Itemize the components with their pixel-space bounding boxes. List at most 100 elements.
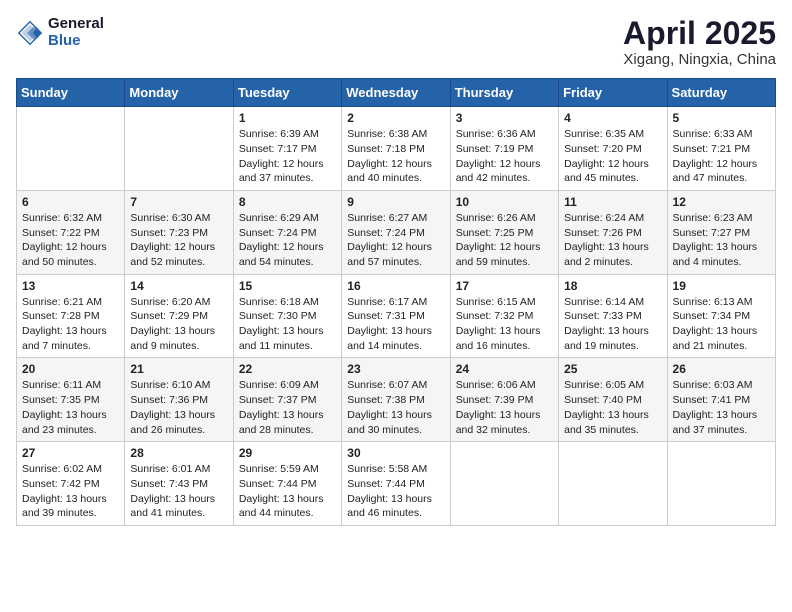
calendar-cell: 10Sunrise: 6:26 AM Sunset: 7:25 PM Dayli… [450,190,558,274]
calendar-cell: 30 Sunrise: 5:58 AM Sunset: 7:44 PM Dayli… [342,442,450,526]
day-number: 5 [673,111,770,125]
day-info: Sunrise: 6:23 AM Sunset: 7:27 PM Dayligh… [673,211,770,270]
title-area: April 2025 Xigang, Ningxia, China [623,16,776,68]
calendar-cell: 12Sunrise: 6:23 AM Sunset: 7:27 PM Dayli… [667,190,775,274]
day-info: Sunrise: 6:39 AM Sunset: 7:17 PM Dayligh… [239,127,336,186]
weekday-header: Saturday [667,79,775,107]
logo: General Blue [16,16,104,49]
calendar-cell: 24 Sunrise: 6:06 AM Sunset: 7:39 PM Dayli… [450,358,558,442]
day-info: Sunrise: 5:59 AM Sunset: 7:44 PM Dayligh… [239,462,336,521]
day-info: Sunrise: 6:15 AM Sunset: 7:32 PM Dayligh… [456,295,553,354]
calendar-week-row: 1 Sunrise: 6:39 AM Sunset: 7:17 PM Daylig… [17,107,776,191]
day-info: Sunrise: 6:07 AM Sunset: 7:38 PM Dayligh… [347,378,444,437]
day-number: 23 [347,362,444,376]
day-info: Sunrise: 6:03 AM Sunset: 7:41 PM Dayligh… [673,378,770,437]
calendar-week-row: 13 Sunrise: 6:21 AM Sunset: 7:28 PM Dayli… [17,274,776,358]
calendar-cell: 22 Sunrise: 6:09 AM Sunset: 7:37 PM Dayli… [233,358,341,442]
location-title: Xigang, Ningxia, China [623,51,776,68]
calendar-cell: 1 Sunrise: 6:39 AM Sunset: 7:17 PM Daylig… [233,107,341,191]
calendar-cell: 5 Sunrise: 6:33 AM Sunset: 7:21 PM Daylig… [667,107,775,191]
day-info: Sunrise: 6:10 AM Sunset: 7:36 PM Dayligh… [130,378,227,437]
calendar-cell: 7 Sunrise: 6:30 AM Sunset: 7:23 PM Daylig… [125,190,233,274]
day-info: Sunrise: 6:18 AM Sunset: 7:30 PM Dayligh… [239,295,336,354]
calendar-cell: 19Sunrise: 6:13 AM Sunset: 7:34 PM Dayli… [667,274,775,358]
day-number: 30 [347,446,444,460]
day-number: 24 [456,362,553,376]
calendar-cell: 3 Sunrise: 6:36 AM Sunset: 7:19 PM Daylig… [450,107,558,191]
day-number: 6 [22,195,119,209]
day-number: 17 [456,279,553,293]
calendar-cell [450,442,558,526]
day-info: Sunrise: 6:14 AM Sunset: 7:33 PM Dayligh… [564,295,661,354]
month-title: April 2025 [623,16,776,51]
calendar-cell: 21Sunrise: 6:10 AM Sunset: 7:36 PM Dayli… [125,358,233,442]
calendar-cell: 25Sunrise: 6:05 AM Sunset: 7:40 PM Dayli… [559,358,667,442]
day-number: 9 [347,195,444,209]
day-number: 18 [564,279,661,293]
calendar-cell [125,107,233,191]
header: General Blue April 2025 Xigang, Ningxia,… [16,16,776,68]
calendar-cell: 6 Sunrise: 6:32 AM Sunset: 7:22 PM Daylig… [17,190,125,274]
calendar-cell: 4Sunrise: 6:35 AM Sunset: 7:20 PM Daylig… [559,107,667,191]
day-number: 22 [239,362,336,376]
day-number: 27 [22,446,119,460]
calendar-cell [667,442,775,526]
day-number: 28 [130,446,227,460]
day-info: Sunrise: 6:09 AM Sunset: 7:37 PM Dayligh… [239,378,336,437]
day-number: 13 [22,279,119,293]
calendar-cell: 8Sunrise: 6:29 AM Sunset: 7:24 PM Daylig… [233,190,341,274]
day-number: 3 [456,111,553,125]
day-info: Sunrise: 6:30 AM Sunset: 7:23 PM Dayligh… [130,211,227,270]
day-number: 25 [564,362,661,376]
calendar-cell: 23 Sunrise: 6:07 AM Sunset: 7:38 PM Dayli… [342,358,450,442]
day-number: 2 [347,111,444,125]
logo-blue-text: Blue [48,33,104,50]
day-number: 16 [347,279,444,293]
weekday-header: Monday [125,79,233,107]
day-info: Sunrise: 6:33 AM Sunset: 7:21 PM Dayligh… [673,127,770,186]
calendar-cell: 14 Sunrise: 6:20 AM Sunset: 7:29 PM Dayli… [125,274,233,358]
calendar-table: SundayMondayTuesdayWednesdayThursdayFrid… [16,78,776,526]
day-number: 10 [456,195,553,209]
day-info: Sunrise: 6:24 AM Sunset: 7:26 PM Dayligh… [564,211,661,270]
calendar-cell: 15 Sunrise: 6:18 AM Sunset: 7:30 PM Dayli… [233,274,341,358]
calendar-cell: 28 Sunrise: 6:01 AM Sunset: 7:43 PM Dayli… [125,442,233,526]
day-number: 26 [673,362,770,376]
calendar-cell: 26 Sunrise: 6:03 AM Sunset: 7:41 PM Dayli… [667,358,775,442]
day-info: Sunrise: 6:32 AM Sunset: 7:22 PM Dayligh… [22,211,119,270]
day-info: Sunrise: 6:02 AM Sunset: 7:42 PM Dayligh… [22,462,119,521]
day-number: 15 [239,279,336,293]
day-info: Sunrise: 6:36 AM Sunset: 7:19 PM Dayligh… [456,127,553,186]
day-info: Sunrise: 6:20 AM Sunset: 7:29 PM Dayligh… [130,295,227,354]
weekday-header: Sunday [17,79,125,107]
logo-text: General Blue [48,16,104,49]
calendar-cell [17,107,125,191]
day-info: Sunrise: 5:58 AM Sunset: 7:44 PM Dayligh… [347,462,444,521]
day-info: Sunrise: 6:11 AM Sunset: 7:35 PM Dayligh… [22,378,119,437]
weekday-header: Friday [559,79,667,107]
calendar-cell: 11 Sunrise: 6:24 AM Sunset: 7:26 PM Dayli… [559,190,667,274]
calendar-cell: 2Sunrise: 6:38 AM Sunset: 7:18 PM Daylig… [342,107,450,191]
day-number: 11 [564,195,661,209]
day-number: 1 [239,111,336,125]
day-info: Sunrise: 6:01 AM Sunset: 7:43 PM Dayligh… [130,462,227,521]
day-number: 29 [239,446,336,460]
calendar-week-row: 27 Sunrise: 6:02 AM Sunset: 7:42 PM Dayli… [17,442,776,526]
day-info: Sunrise: 6:17 AM Sunset: 7:31 PM Dayligh… [347,295,444,354]
calendar-cell: 16 Sunrise: 6:17 AM Sunset: 7:31 PM Dayli… [342,274,450,358]
day-info: Sunrise: 6:21 AM Sunset: 7:28 PM Dayligh… [22,295,119,354]
weekday-header-row: SundayMondayTuesdayWednesdayThursdayFrid… [17,79,776,107]
logo-icon [16,19,44,47]
calendar-cell: 18 Sunrise: 6:14 AM Sunset: 7:33 PM Dayli… [559,274,667,358]
calendar-cell: 9Sunrise: 6:27 AM Sunset: 7:24 PM Daylig… [342,190,450,274]
day-info: Sunrise: 6:06 AM Sunset: 7:39 PM Dayligh… [456,378,553,437]
weekday-header: Tuesday [233,79,341,107]
day-number: 7 [130,195,227,209]
day-info: Sunrise: 6:35 AM Sunset: 7:20 PM Dayligh… [564,127,661,186]
calendar-cell: 17 Sunrise: 6:15 AM Sunset: 7:32 PM Dayli… [450,274,558,358]
day-number: 14 [130,279,227,293]
day-number: 20 [22,362,119,376]
calendar-week-row: 20 Sunrise: 6:11 AM Sunset: 7:35 PM Dayli… [17,358,776,442]
day-info: Sunrise: 6:13 AM Sunset: 7:34 PM Dayligh… [673,295,770,354]
day-number: 8 [239,195,336,209]
